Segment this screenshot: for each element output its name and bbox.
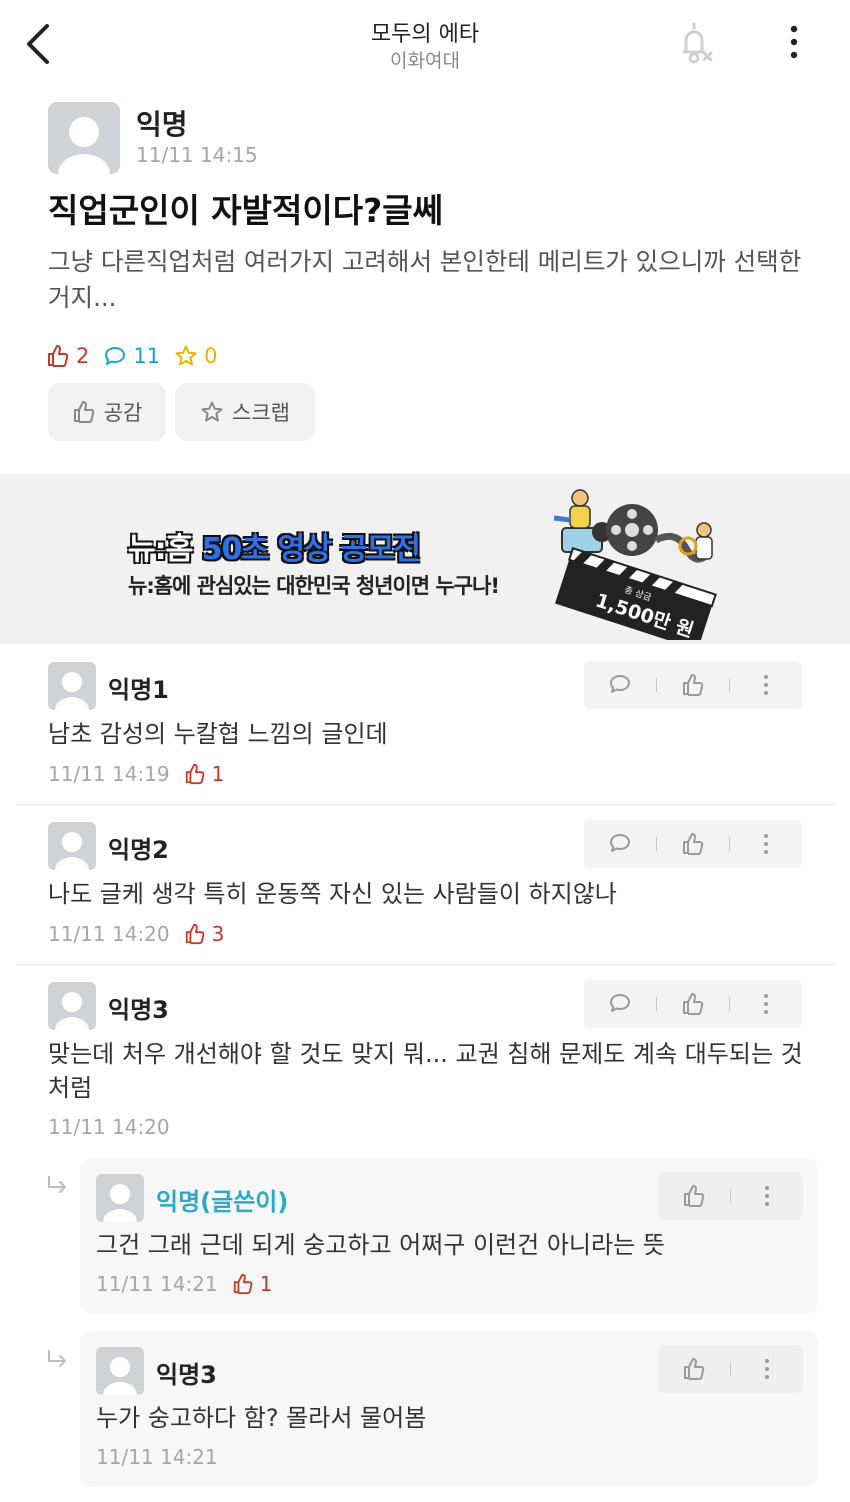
more-vertical-icon xyxy=(764,834,768,854)
thumbs-up-icon xyxy=(683,833,704,855)
comment-actions xyxy=(584,661,802,709)
comment-like-count: 3 xyxy=(184,922,224,946)
comment-meta: 11/11 14:20 xyxy=(48,1115,170,1139)
reply-author: 익명3 xyxy=(156,1361,217,1389)
speech-bubble-icon xyxy=(105,347,126,365)
more-vertical-icon xyxy=(764,675,768,695)
comment-actions xyxy=(584,820,802,868)
board-title: 모두의 에타 xyxy=(370,22,480,47)
reply-more-button[interactable] xyxy=(731,1345,803,1393)
comment-author: 익명1 xyxy=(108,676,169,704)
comment-like-button[interactable] xyxy=(657,980,729,1028)
bell-off-icon xyxy=(682,22,713,64)
reply-text: 누가 숭고하다 함? 몰라서 물어봄 xyxy=(96,1404,427,1432)
avatar xyxy=(96,1174,144,1222)
reply-button[interactable] xyxy=(584,820,656,868)
reply-actions xyxy=(658,1172,803,1220)
post-author: 익명 xyxy=(136,108,188,141)
comment-author: 익명2 xyxy=(108,836,169,864)
film-illustration: 총 상금 1,500만 원 xyxy=(553,489,717,640)
reply-more-button[interactable] xyxy=(731,1172,803,1220)
avatar xyxy=(48,102,120,174)
comment-actions xyxy=(584,980,802,1028)
comment-text: 나도 글케 생각 특히 운동쪽 자신 있는 사람들이 하지않나 xyxy=(48,880,617,908)
comment-like-button[interactable] xyxy=(657,661,729,709)
more-vertical-icon xyxy=(765,1359,769,1379)
reply-meta: 11/11 14:21 1 xyxy=(96,1272,272,1296)
reply-text: 그건 그래 근데 되게 숭고하고 어쩌구 이런건 아니라는 뜻 xyxy=(96,1231,665,1259)
reply-meta: 11/11 14:21 xyxy=(96,1445,218,1469)
thumbs-up-icon xyxy=(684,1358,705,1380)
more-vertical-icon xyxy=(790,25,798,59)
ad-subtitle: 뉴:홈에 관심있는 대한민국 청년이면 누구나! xyxy=(128,574,500,598)
comment-time: 11/11 14:20 xyxy=(48,922,170,946)
reply-item: 익명3 누가 숭고하다 함? 몰라서 물어봄 11/11 14:21 xyxy=(80,1331,818,1487)
reply-actions xyxy=(658,1345,803,1393)
speech-bubble-icon xyxy=(610,675,630,693)
ad-banner[interactable]: 뉴:홈 50초 영상 공모전 뉴:홈에 관심있는 대한민국 청년이면 누구나! xyxy=(0,474,850,644)
more-vertical-icon xyxy=(765,1186,769,1206)
post-body: 그냥 다른직업처럼 여러가지 고려해서 본인한테 메리트가 있으니까 선택한거지… xyxy=(48,247,802,312)
notification-button[interactable] xyxy=(676,20,720,66)
avatar xyxy=(48,662,96,710)
post-stats: 2 11 0 xyxy=(46,340,231,372)
star-icon xyxy=(175,345,197,366)
divider xyxy=(16,964,834,965)
comment-time: 11/11 14:20 xyxy=(48,1115,170,1139)
speech-bubble-icon xyxy=(610,834,630,852)
thumbs-up-icon xyxy=(233,1273,253,1295)
divider xyxy=(16,804,834,805)
comment-more-button[interactable] xyxy=(730,820,802,868)
avatar xyxy=(48,982,96,1030)
reply-button[interactable] xyxy=(584,661,656,709)
comment-like-count: 1 xyxy=(184,762,224,786)
scrap-count: 0 xyxy=(174,344,217,368)
reply-item: 익명(글쓴이) 그건 그래 근데 되게 숭고하고 어쩌구 이런건 아니라는 뜻 … xyxy=(80,1158,818,1314)
thumbs-up-icon xyxy=(185,923,205,945)
reply-like-count: 1 xyxy=(232,1272,272,1296)
more-button[interactable] xyxy=(780,24,808,62)
comment-more-button[interactable] xyxy=(730,980,802,1028)
thumbs-up-icon xyxy=(683,993,704,1015)
comment-author: 익명3 xyxy=(108,996,169,1024)
reply-arrow-icon xyxy=(48,1350,66,1367)
reply-like-button[interactable] xyxy=(658,1172,730,1220)
comment-meta: 11/11 14:20 3 xyxy=(48,922,224,946)
comment-like-button[interactable] xyxy=(657,820,729,868)
star-icon xyxy=(201,401,223,422)
reply-arrow-icon xyxy=(48,1176,66,1193)
comment-text: 맞는데 처우 개선해야 할 것도 맞지 뭐... 교권 침해 문제도 계속 대두… xyxy=(48,1040,803,1102)
ad-title: 뉴:홈 50초 영상 공모전 xyxy=(128,532,421,567)
comment-text: 남초 감성의 누칼협 느낌의 글인데 xyxy=(48,720,388,748)
comment-meta: 11/11 14:19 1 xyxy=(48,762,224,786)
reply-time: 11/11 14:21 xyxy=(96,1445,218,1469)
avatar xyxy=(96,1347,144,1395)
post-time: 11/11 14:15 xyxy=(136,143,258,167)
reply-time: 11/11 14:21 xyxy=(96,1272,218,1296)
post-title: 직업군인이 자발적이다?글쎄 xyxy=(48,191,443,230)
like-button[interactable]: 공감 xyxy=(48,383,166,441)
thumbs-up-icon xyxy=(73,401,94,423)
reply-author-op: 익명(글쓴이) xyxy=(156,1188,289,1216)
comment-more-button[interactable] xyxy=(730,661,802,709)
thumbs-up-icon xyxy=(48,345,69,367)
comment-time: 11/11 14:19 xyxy=(48,762,170,786)
reply-like-button[interactable] xyxy=(658,1345,730,1393)
thumbs-up-icon xyxy=(683,674,704,696)
thumbs-up-icon xyxy=(185,763,205,785)
avatar xyxy=(48,822,96,870)
more-vertical-icon xyxy=(764,994,768,1014)
thumbs-up-icon xyxy=(684,1185,705,1207)
reply-button[interactable] xyxy=(584,980,656,1028)
scrap-button[interactable]: 스크랩 xyxy=(175,383,315,441)
school-name: 이화여대 xyxy=(390,50,460,72)
like-count: 2 xyxy=(46,344,89,368)
speech-bubble-icon xyxy=(610,994,630,1012)
comment-count: 11 xyxy=(103,344,160,368)
